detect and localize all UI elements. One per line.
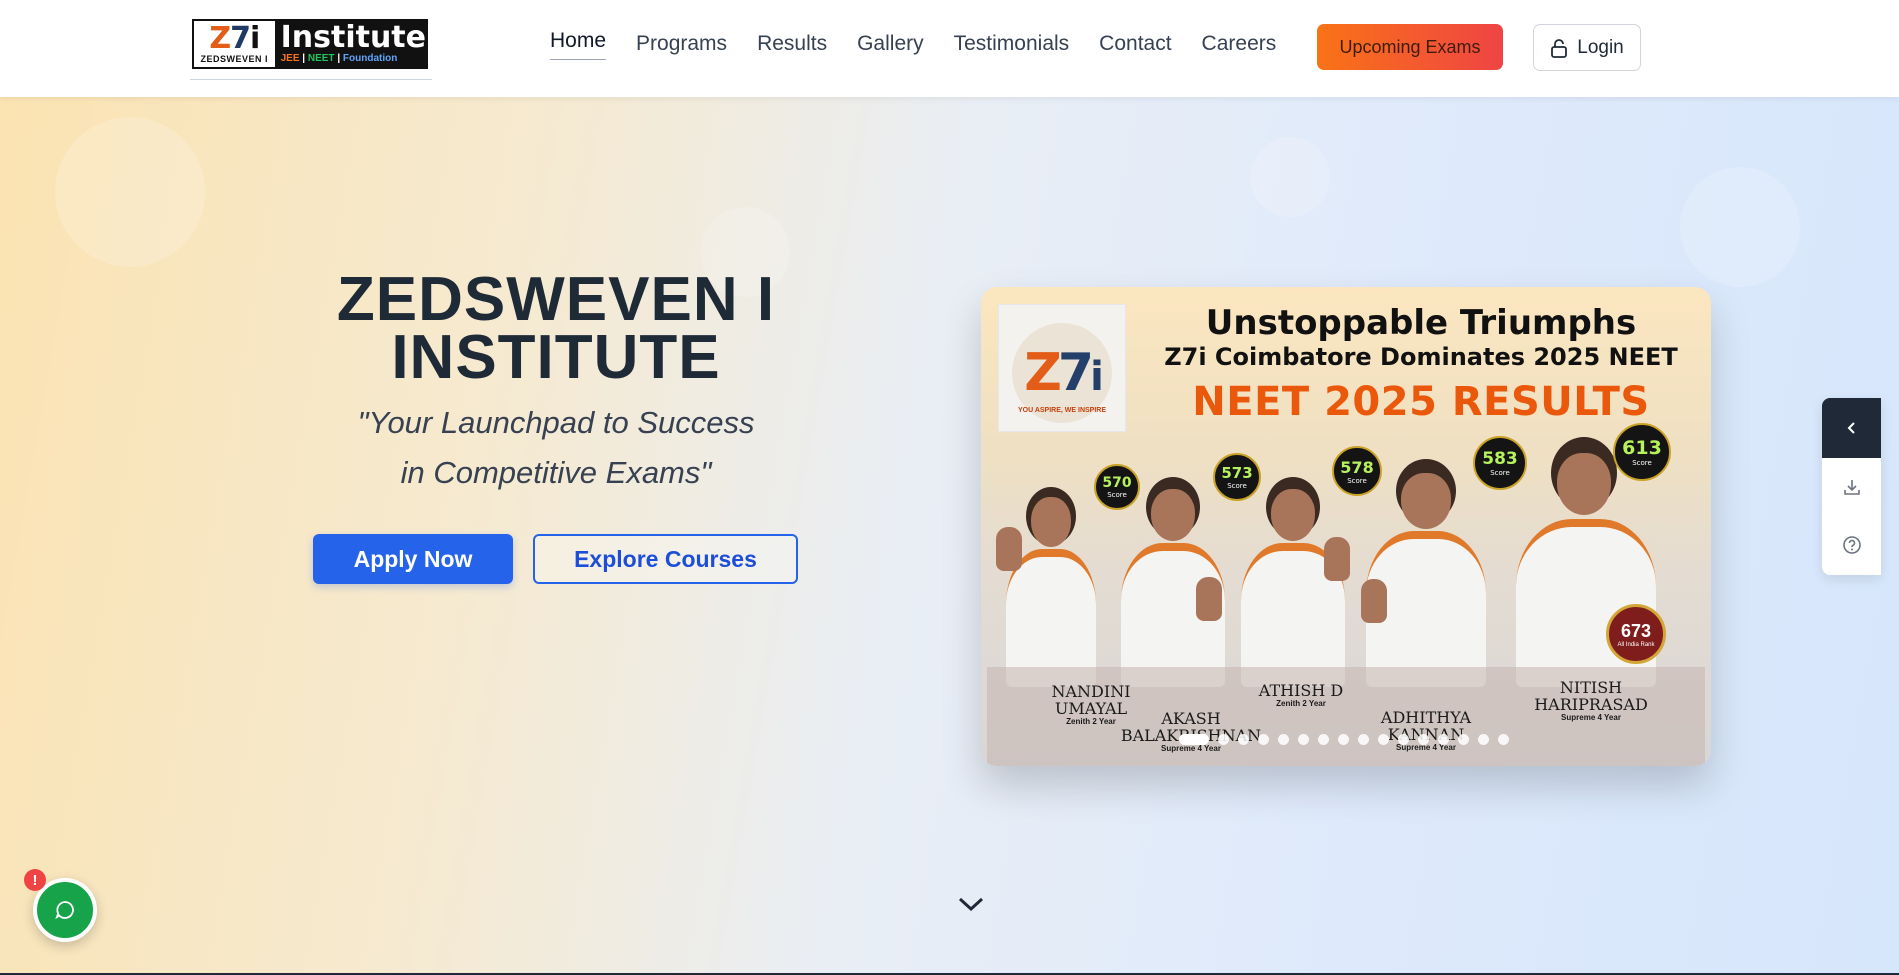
carousel-dot[interactable] bbox=[1498, 734, 1509, 745]
student-photo-nandini bbox=[991, 487, 1111, 687]
help-icon bbox=[1842, 536, 1861, 554]
score-badge: 578 Score bbox=[1332, 446, 1382, 496]
student-photo-adhithya bbox=[1351, 459, 1501, 687]
hero-tagline: "Your Launchpad to Success in Competitiv… bbox=[300, 398, 812, 498]
rank-badge: 673 All India Rank bbox=[1606, 604, 1666, 664]
hero-title-line2: INSTITUTE bbox=[391, 323, 721, 392]
nav-programs[interactable]: Programs bbox=[636, 32, 727, 56]
carousel-dot[interactable] bbox=[1298, 734, 1309, 745]
nav-testimonials[interactable]: Testimonials bbox=[954, 32, 1070, 56]
logo-tag-jee: JEE bbox=[280, 52, 300, 64]
logo-tag-neet: NEET bbox=[307, 52, 335, 64]
score-badge: 573 Score bbox=[1213, 453, 1261, 501]
carousel-dot[interactable] bbox=[1418, 734, 1429, 745]
chat-bubble-icon bbox=[55, 901, 74, 920]
carousel-dot[interactable] bbox=[1438, 734, 1449, 745]
explore-courses-button[interactable]: Explore Courses bbox=[533, 534, 798, 584]
lock-icon bbox=[1551, 38, 1568, 58]
hero-tagline-line2: in Competitive Exams" bbox=[400, 455, 712, 490]
student-name-athish: ATHISH D Zenith 2 Year bbox=[1258, 681, 1344, 708]
slide-logo-mark: Z7i bbox=[1024, 342, 1104, 403]
side-tool-panel bbox=[1822, 398, 1881, 575]
logo-divider bbox=[190, 79, 432, 80]
student-name-adhithya: ADHITHYAKANNAN Supreme 4 Year bbox=[1380, 708, 1472, 752]
carousel-dot[interactable] bbox=[1258, 734, 1269, 745]
carousel-dot[interactable] bbox=[1278, 734, 1289, 745]
hero-title: ZEDSWEVEN I INSTITUTE bbox=[300, 269, 812, 389]
nav-home[interactable]: Home bbox=[550, 29, 607, 60]
logo-tags: JEE | NEET | Foundation bbox=[280, 52, 398, 64]
carousel-dot[interactable] bbox=[1398, 734, 1409, 745]
score-badge: 613 Score bbox=[1613, 423, 1671, 481]
student-name-nitish: NITISH HARIPRASAD Supreme 4 Year bbox=[1534, 678, 1648, 722]
apply-now-button[interactable]: Apply Now bbox=[313, 534, 513, 584]
nav-results[interactable]: Results bbox=[757, 32, 827, 56]
carousel-dot[interactable] bbox=[1318, 734, 1329, 745]
student-photo-athish bbox=[1226, 477, 1361, 687]
scroll-down-chevron-icon[interactable] bbox=[956, 893, 986, 915]
login-label: Login bbox=[1577, 36, 1624, 58]
logo-mark: Z7i bbox=[209, 21, 260, 56]
carousel-dot[interactable] bbox=[1338, 734, 1349, 745]
bokeh-decor bbox=[1680, 167, 1800, 287]
carousel-dot[interactable] bbox=[1478, 734, 1489, 745]
student-name-akash: AKASHBALAKRISHNAN Supreme 4 Year bbox=[1121, 709, 1261, 753]
results-carousel[interactable]: Z7i YOU ASPIRE, WE INSPIRE Unstoppable T… bbox=[981, 287, 1711, 766]
slide-logo-motto: YOU ASPIRE, WE INSPIRE bbox=[1017, 406, 1107, 414]
slide-heading: Unstoppable Triumphs bbox=[1205, 303, 1637, 343]
login-button[interactable]: Login bbox=[1533, 24, 1641, 71]
slide-logo: Z7i YOU ASPIRE, WE INSPIRE bbox=[998, 304, 1126, 432]
carousel-dot[interactable] bbox=[1358, 734, 1369, 745]
carousel-dot[interactable] bbox=[1218, 734, 1229, 745]
site-logo[interactable]: Z7i ZEDSWEVEN I Institute JEE | NEET | F… bbox=[192, 19, 428, 69]
upcoming-exams-button[interactable]: Upcoming Exams bbox=[1317, 24, 1503, 70]
nav-contact[interactable]: Contact bbox=[1099, 32, 1171, 56]
site-header: Z7i ZEDSWEVEN I Institute JEE | NEET | F… bbox=[0, 0, 1899, 97]
carousel-dot[interactable] bbox=[1238, 734, 1249, 745]
slide-subheading: Z7i Coimbatore Dominates 2025 NEET bbox=[1164, 343, 1678, 371]
logo-tag-foundation: Foundation bbox=[342, 52, 398, 64]
logo-mark-block: Z7i ZEDSWEVEN I bbox=[194, 21, 275, 67]
logo-subtitle: ZEDSWEVEN I bbox=[200, 54, 269, 64]
score-badge: 570 Score bbox=[1094, 464, 1140, 510]
slide-results-title: NEET 2025 RESULTS bbox=[1192, 379, 1650, 425]
score-badge: 583 Score bbox=[1473, 436, 1527, 490]
nav-gallery[interactable]: Gallery bbox=[857, 32, 924, 56]
collapse-panel-button[interactable] bbox=[1822, 398, 1881, 458]
logo-wordmark: Institute JEE | NEET | Foundation bbox=[275, 21, 426, 67]
help-button[interactable] bbox=[1822, 516, 1881, 574]
carousel-dot[interactable] bbox=[1378, 734, 1389, 745]
hero-tagline-line1: "Your Launchpad to Success bbox=[357, 405, 755, 440]
chevron-left-icon bbox=[1847, 422, 1855, 434]
bokeh-decor bbox=[1250, 137, 1330, 217]
carousel-dot[interactable] bbox=[1458, 734, 1469, 745]
download-icon bbox=[1843, 480, 1860, 495]
download-button[interactable] bbox=[1822, 458, 1881, 516]
bokeh-decor bbox=[55, 117, 205, 267]
logo-name: Institute bbox=[280, 19, 426, 55]
main-nav: Home Programs Results Gallery Testimonia… bbox=[550, 29, 1306, 60]
carousel-dots bbox=[1179, 734, 1509, 745]
carousel-dot[interactable] bbox=[1179, 734, 1209, 745]
nav-careers[interactable]: Careers bbox=[1202, 32, 1277, 56]
chat-alert-badge: ! bbox=[24, 869, 46, 891]
